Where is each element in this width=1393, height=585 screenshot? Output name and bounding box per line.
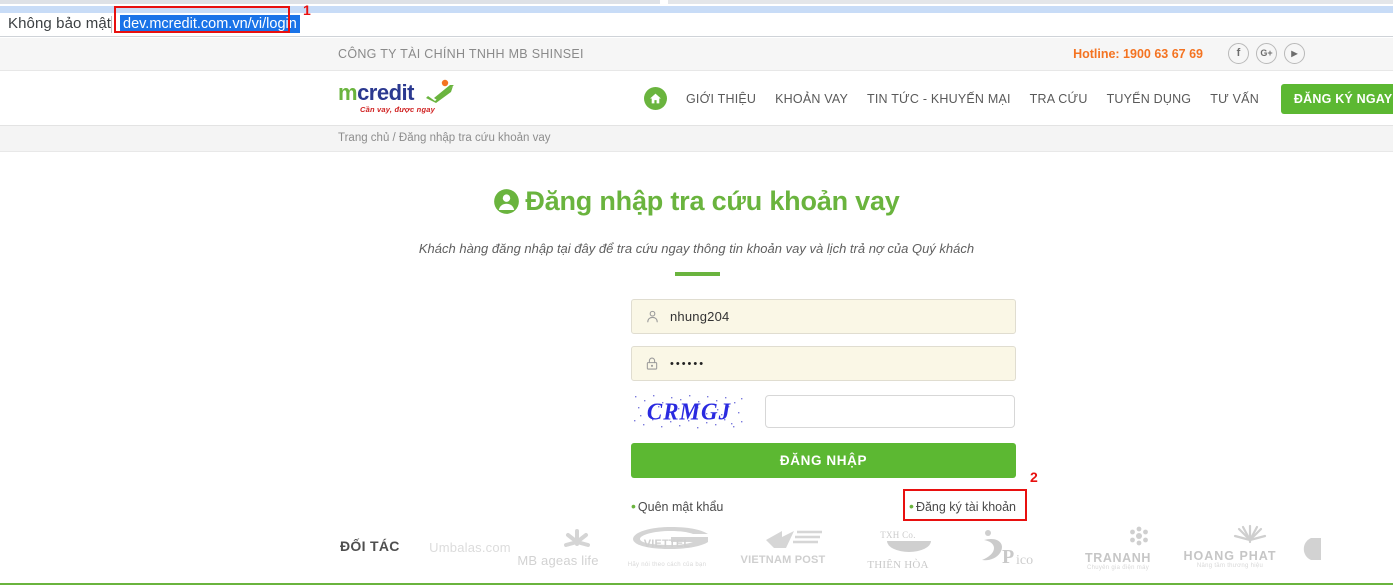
logo-m: m [338, 80, 358, 105]
logo-credit: credit [357, 80, 414, 105]
captcha-image[interactable]: CRMGJ [631, 393, 747, 430]
partner-name: HOANG PHAT [1183, 549, 1277, 563]
user-circle-icon [493, 188, 520, 222]
nav-item-tuyen-dung[interactable]: TUYỂN DỤNG [1107, 92, 1192, 106]
partner-logo-hoang-phat[interactable]: HOANG PHAT Nâng tầm thương hiệu [1172, 524, 1288, 569]
register-now-button[interactable]: ĐĂNG KÝ NGAY › [1280, 83, 1393, 114]
mb-ageas-starburst-icon [564, 529, 590, 547]
pico-swirl-icon: P ico [982, 530, 1033, 568]
captcha-text: CRMGJ [646, 397, 732, 425]
title-divider [674, 272, 720, 276]
browser-tab-left[interactable] [0, 0, 660, 4]
nav-item-khoan-vay[interactable]: KHOẢN VAY [775, 92, 848, 106]
lock-glyph [646, 357, 658, 370]
partner-logo-trananh[interactable]: TRANANH Chuyên gia điện máy [1066, 526, 1170, 571]
youtube-icon[interactable]: ▶ [1284, 43, 1305, 64]
captcha-row: CRMGJ [631, 393, 1016, 430]
partner-name: TRANANH [1085, 551, 1151, 565]
google-plus-icon[interactable]: G+ [1256, 43, 1277, 64]
lock-icon [645, 356, 662, 371]
user-circle-glyph [494, 189, 520, 214]
nav-item-tra-cuu[interactable]: TRA CỨU [1030, 92, 1088, 106]
login-button[interactable]: ĐĂNG NHẬP [631, 443, 1016, 478]
partner-logo-mb-ageas-life[interactable]: MB ageas life [512, 528, 604, 568]
browser-chrome: Không bảo mật dev.mcredit.com.vn/vi/logi… [0, 0, 1393, 38]
partners-strip: ĐỐI TÁC Umbalas.com MB ageas life VIETTE… [0, 512, 1393, 582]
password-value[interactable]: •••••• [670, 358, 705, 370]
security-status-label[interactable]: Không bảo mật [8, 15, 111, 32]
house-glyph [650, 93, 661, 104]
page-title-text: Đăng nhập tra cứu khoản vay [525, 186, 900, 216]
username-field[interactable]: nhung204 [631, 299, 1016, 334]
mcredit-logo[interactable]: mcredit Cần vay, được ngay [338, 79, 456, 118]
logo-tagline: Cần vay, được ngay [360, 105, 435, 114]
nav-item-gioi-thieu[interactable]: GIỚI THIỆU [686, 92, 756, 106]
site-navbar: mcredit Cần vay, được ngay GIỚI THIỆU KH… [0, 71, 1393, 126]
page-subtitle: Khách hàng đăng nhập tại đây để tra cứu … [418, 241, 975, 256]
hotline-text[interactable]: Hotline: 1900 63 67 69 [1073, 47, 1203, 61]
home-icon[interactable] [644, 87, 667, 110]
partner-logo-pico[interactable]: P ico [960, 526, 1052, 573]
partner-sub: Nâng tầm thương hiệu [1196, 563, 1264, 569]
page-title: Đăng nhập tra cứu khoản vay [0, 186, 1393, 222]
omnibox-separator [111, 16, 112, 33]
partner-logo-viettel[interactable]: VIETTEL Hãy nói theo cách của bạn [618, 525, 716, 568]
partner-partial-icon [1303, 538, 1321, 560]
partner-name: THIÊN HÒA [867, 559, 929, 571]
partner-logo-umbalas[interactable]: Umbalas.com [420, 540, 520, 555]
browser-tab-right[interactable] [668, 0, 1393, 4]
nav-item-tin-tuc-khuyen-mai[interactable]: TIN TỨC - KHUYẾN MẠI [867, 92, 1011, 106]
username-value[interactable]: nhung204 [670, 309, 729, 324]
svg-text:P: P [1002, 546, 1014, 568]
partner-logo-partial[interactable] [1292, 536, 1332, 567]
nav-item-tu-van[interactable]: TƯ VẤN [1210, 92, 1259, 106]
annotation-number-2: 2 [1030, 469, 1038, 485]
breadcrumb[interactable]: Trang chủ / Đăng nhập tra cứu khoản vay [338, 132, 550, 144]
user-icon [645, 309, 662, 324]
annotation-box-1 [114, 6, 290, 33]
site-top-bar: CÔNG TY TÀI CHÍNH TNHH MB SHINSEI Hotlin… [0, 38, 1393, 71]
main-content: Đăng nhập tra cứu khoản vay Khách hàng đ… [0, 152, 1393, 585]
page-content: CÔNG TY TÀI CHÍNH TNHH MB SHINSEI Hotlin… [0, 38, 1393, 585]
user-glyph [647, 310, 658, 323]
partner-sub: Chuyên gia điện máy [1086, 565, 1150, 571]
social-links: f G+ ▶ [1228, 43, 1305, 64]
trananh-flower-icon [1130, 526, 1148, 546]
company-name: CÔNG TY TÀI CHÍNH TNHH MB SHINSEI [338, 47, 584, 61]
partner-name: MB ageas life [517, 553, 599, 568]
partner-sub: TXH Co. [880, 530, 916, 540]
nav-links: GIỚI THIỆU KHOẢN VAY TIN TỨC - KHUYẾN MẠ… [644, 71, 1393, 126]
login-form: nhung204 •••••• CRMGJ ĐĂNG NHẬP • Quên m… [631, 299, 1038, 521]
partner-sub: Hãy nói theo cách của bạn [627, 562, 707, 568]
breadcrumb-bar: Trang chủ / Đăng nhập tra cứu khoản vay [0, 126, 1393, 152]
svg-text:ico: ico [1016, 553, 1033, 568]
logo-swoosh-icon [426, 79, 454, 103]
facebook-icon[interactable]: f [1228, 43, 1249, 64]
password-field[interactable]: •••••• [631, 346, 1016, 381]
partner-logo-vietnam-post[interactable]: VIETNAM POST [728, 528, 838, 566]
thien-hoa-bowl-icon [887, 541, 931, 552]
hoang-phat-star-icon [1233, 524, 1266, 544]
vietnam-post-icon [766, 530, 822, 548]
annotation-number-1: 1 [303, 2, 311, 18]
partner-logo-thien-hoa[interactable]: TXH Co. THIÊN HÒA [852, 530, 944, 571]
captcha-input[interactable] [765, 395, 1015, 428]
partner-name: VIETNAM POST [740, 554, 826, 566]
partner-name: Umbalas.com [429, 540, 511, 555]
partners-label: ĐỐI TÁC [340, 538, 400, 554]
